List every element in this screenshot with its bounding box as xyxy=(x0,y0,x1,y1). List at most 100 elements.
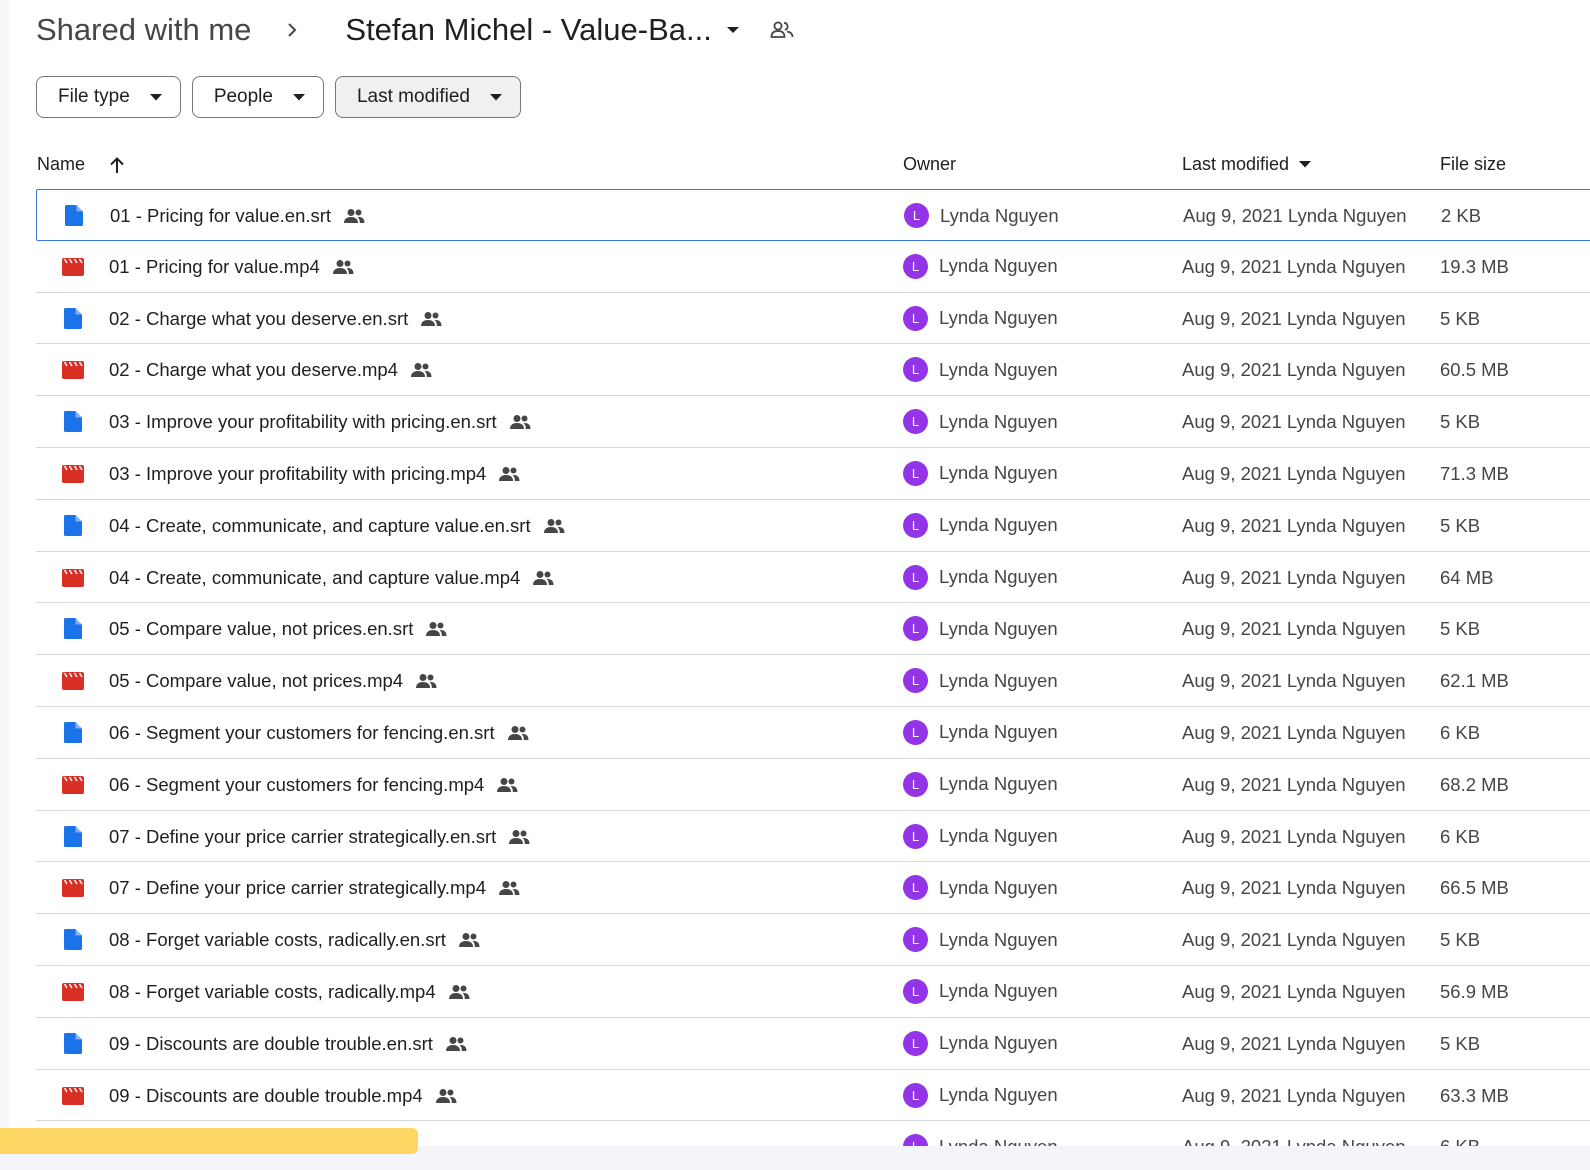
filter-bar: File type People Last modified xyxy=(36,76,521,118)
owner-cell: L Lynda Nguyen xyxy=(903,875,1058,901)
file-row[interactable]: 06 - Segment your customers for fencing.… xyxy=(36,759,1590,811)
sort-ascending-icon[interactable] xyxy=(109,156,125,174)
owner-avatar: L xyxy=(903,253,928,279)
shared-icon xyxy=(458,932,480,948)
last-modified-cell: Aug 9, 2021 Lynda Nguyen xyxy=(1182,618,1406,640)
file-name: 05 - Compare value, not prices.mp4 xyxy=(109,670,404,692)
file-name-cell[interactable]: 09 - Discounts are double trouble.en.srt xyxy=(109,1033,467,1055)
owner-cell: L Lynda Nguyen xyxy=(903,1082,1058,1108)
owner-name: Lynda Nguyen xyxy=(939,669,1058,691)
owner-name: Lynda Nguyen xyxy=(939,617,1058,639)
column-header-row: Name Owner Last modified File size xyxy=(36,140,1590,188)
file-row[interactable]: 05 - Compare value, not prices.en.srt L Ly… xyxy=(36,603,1590,656)
breadcrumb-shared-with-me[interactable]: Shared with me xyxy=(36,12,251,48)
file-row[interactable]: 02 - Charge what you deserve.mp4 L Lynda N… xyxy=(36,344,1590,397)
owner-name: Lynda Nguyen xyxy=(940,204,1059,226)
file-name-cell[interactable]: 09 - Discounts are double trouble.mp4 xyxy=(109,1085,457,1107)
shared-icon xyxy=(435,1088,457,1104)
file-name-cell[interactable]: 04 - Create, communicate, and capture va… xyxy=(109,515,565,537)
owner-avatar: L xyxy=(903,460,928,486)
file-row[interactable]: 02 - Charge what you deserve.en.srt L Lynd… xyxy=(36,293,1590,345)
file-row[interactable]: 03 - Improve your profitability with pri… xyxy=(36,396,1590,448)
file-size-cell: 56.9 MB xyxy=(1440,980,1509,1002)
owner-name: Lynda Nguyen xyxy=(939,1032,1058,1054)
column-name-label: Name xyxy=(37,154,86,174)
video-file-icon xyxy=(62,568,84,590)
shared-icon xyxy=(448,984,470,1000)
file-row[interactable]: 01 - Pricing for value.mp4 L Lynda Nguyen A… xyxy=(36,241,1590,293)
file-name-cell[interactable]: 05 - Compare value, not prices.en.srt xyxy=(109,618,447,640)
file-name-cell[interactable]: 02 - Charge what you deserve.en.srt xyxy=(109,308,442,330)
video-file-icon xyxy=(62,1086,84,1108)
file-name: 06 - Segment your customers for fencing.… xyxy=(109,773,485,795)
shared-icon xyxy=(420,311,442,327)
file-name-cell[interactable]: 08 - Forget variable costs, radically.mp… xyxy=(109,981,470,1003)
file-name-cell[interactable]: 08 - Forget variable costs, radically.en… xyxy=(109,929,480,951)
owner-avatar: L xyxy=(903,305,928,331)
file-row[interactable]: 01 - Pricing for value.en.srt L Lynda Nguy… xyxy=(36,189,1590,241)
file-name-cell[interactable]: 06 - Segment your customers for fencing.… xyxy=(109,774,518,796)
owner-name: Lynda Nguyen xyxy=(939,721,1058,743)
file-name-cell[interactable]: 03 - Improve your profitability with pri… xyxy=(109,463,520,485)
file-size-cell: 5 KB xyxy=(1440,929,1481,951)
file-name: 06 - Segment your customers for fencing.… xyxy=(109,721,495,743)
file-row[interactable]: 09 - Discounts are double trouble.mp4 L Ly… xyxy=(36,1070,1590,1122)
filter-chip-file-type[interactable]: File type xyxy=(36,76,181,118)
file-size-cell: 62.1 MB xyxy=(1440,670,1509,692)
filter-chip-last-modified[interactable]: Last modified xyxy=(334,76,521,118)
file-name-cell[interactable]: 02 - Charge what you deserve.mp4 xyxy=(109,359,432,381)
document-file-icon xyxy=(64,825,82,847)
file-row[interactable]: 07 - Define your price carrier strategic… xyxy=(36,862,1590,915)
shared-people-icon[interactable] xyxy=(770,20,794,40)
last-modified-cell: Aug 9, 2021 Lynda Nguyen xyxy=(1182,411,1406,433)
file-name: 09 - Discounts are double trouble.en.srt xyxy=(109,1032,433,1054)
owner-name: Lynda Nguyen xyxy=(939,514,1058,536)
document-file-icon xyxy=(64,618,82,640)
file-name-cell[interactable]: 03 - Improve your profitability with pri… xyxy=(109,411,531,433)
file-row[interactable]: 04 - Create, communicate, and capture va… xyxy=(36,500,1590,552)
file-row[interactable]: 09 - Discounts are double trouble.en.srt… xyxy=(36,1018,1590,1070)
last-modified-cell: Aug 9, 2021 Lynda Nguyen xyxy=(1182,825,1406,847)
file-name-cell[interactable]: 01 - Pricing for value.en.srt xyxy=(110,205,365,227)
owner-cell: L Lynda Nguyen xyxy=(903,357,1058,383)
owner-cell: L Lynda Nguyen xyxy=(903,460,1058,486)
filter-chip-people[interactable]: People xyxy=(191,76,324,118)
file-row[interactable]: 07 - Define your price carrier strategic… xyxy=(36,811,1590,863)
file-name-cell[interactable]: 04 - Create, communicate, and capture va… xyxy=(109,567,554,589)
file-name: 02 - Charge what you deserve.mp4 xyxy=(109,359,398,381)
owner-cell: L Lynda Nguyen xyxy=(903,823,1058,849)
breadcrumb-current-folder[interactable]: Stefan Michel - Value-Ba... xyxy=(345,12,711,48)
file-row[interactable]: 08 - Forget variable costs, radically.en… xyxy=(36,914,1590,966)
last-modified-cell: Aug 9, 2021 Lynda Nguyen xyxy=(1182,1084,1406,1106)
owner-avatar: L xyxy=(903,409,928,435)
file-name-cell[interactable]: 01 - Pricing for value.mp4 xyxy=(109,256,354,278)
video-file-icon xyxy=(62,672,84,693)
column-header-name[interactable]: Name xyxy=(37,154,125,175)
column-header-file-size[interactable]: File size xyxy=(1440,154,1506,175)
file-row[interactable]: 05 - Compare value, not prices.mp4 L Lynda… xyxy=(36,655,1590,707)
folder-menu-caret-icon[interactable] xyxy=(726,23,740,37)
file-name: 03 - Improve your profitability with pri… xyxy=(109,411,497,433)
document-file-icon xyxy=(64,1032,82,1054)
file-name-cell[interactable]: 05 - Compare value, not prices.mp4 xyxy=(109,670,437,692)
column-header-last-modified[interactable]: Last modified xyxy=(1182,154,1312,175)
file-size-cell: 5 KB xyxy=(1440,1032,1481,1054)
shared-icon xyxy=(445,1036,467,1052)
sort-descending-arrow-icon[interactable] xyxy=(1299,161,1312,168)
shared-icon xyxy=(410,362,432,378)
file-name-cell[interactable]: 06 - Segment your customers for fencing.… xyxy=(109,722,529,744)
file-size-cell: 63.3 MB xyxy=(1440,1084,1509,1106)
file-row[interactable]: 08 - Forget variable costs, radically.mp… xyxy=(36,966,1590,1018)
file-row[interactable]: 03 - Improve your profitability with pri… xyxy=(36,448,1590,500)
notification-bar[interactable] xyxy=(0,1128,418,1154)
file-name-cell[interactable]: 07 - Define your price carrier strategic… xyxy=(109,877,520,899)
video-file-icon xyxy=(62,361,84,382)
file-name-cell[interactable]: 07 - Define your price carrier strategic… xyxy=(109,826,530,848)
dropdown-arrow-icon xyxy=(490,93,502,101)
file-row[interactable]: 06 - Segment your customers for fencing.… xyxy=(36,707,1590,759)
shared-icon xyxy=(496,777,518,793)
file-row[interactable]: 04 - Create, communicate, and capture va… xyxy=(36,552,1590,604)
owner-cell: L Lynda Nguyen xyxy=(903,927,1058,953)
column-header-owner[interactable]: Owner xyxy=(903,154,956,175)
owner-avatar: L xyxy=(903,978,928,1004)
